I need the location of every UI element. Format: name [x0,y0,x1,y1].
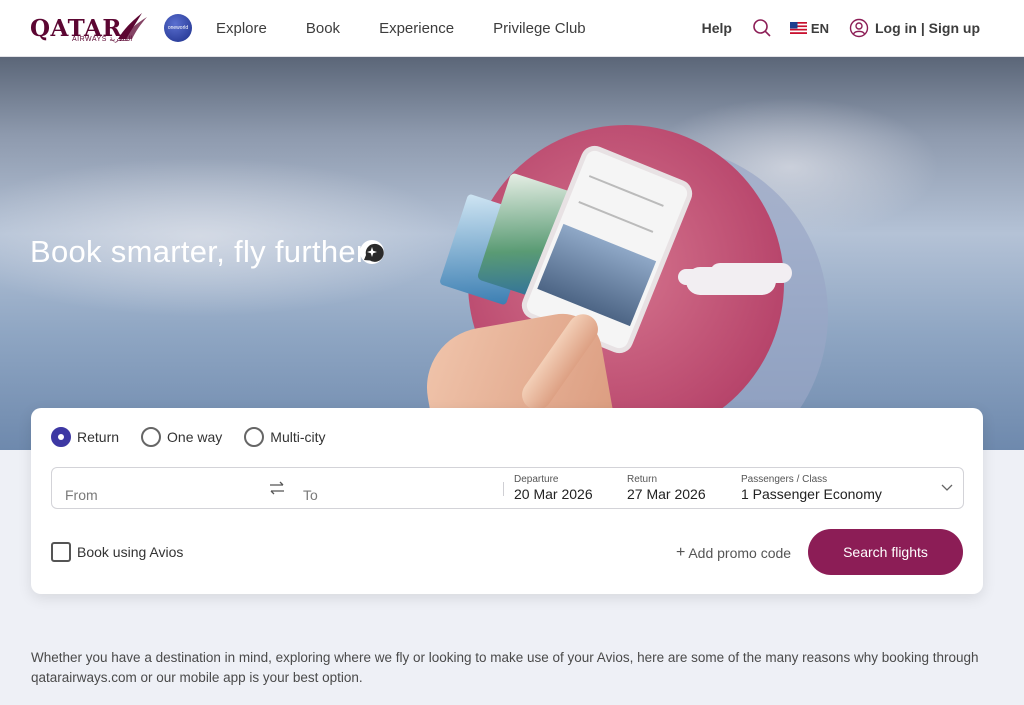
search-fields: From To Departure 20 Mar 2026 Return 27 … [51,467,964,509]
return-value: 27 Mar 2026 [627,486,706,502]
hero-banner: Book smarter, fly further [0,57,1024,450]
trip-type-one-way[interactable]: One way [141,427,222,447]
passengers-label: Passengers / Class [741,474,828,485]
to-field[interactable]: To [303,468,493,508]
main-nav: Explore Book Experience Privilege Club [216,0,625,56]
departure-label: Departure [514,474,559,485]
plus-icon: + [676,544,686,561]
help-link[interactable]: Help [702,20,732,36]
departure-value: 20 Mar 2026 [514,486,593,502]
site-header: QATAR AIRWAYS القطرية oneworld Explore B… [0,0,1024,57]
add-promo-code-link[interactable]: + Add promo code [676,544,791,562]
swap-arrows-icon[interactable] [268,479,286,497]
avios-checkbox[interactable] [51,542,71,562]
sparkle-chat-icon[interactable] [359,239,385,265]
oneworld-badge[interactable]: oneworld [164,14,192,42]
trip-type-multi-city[interactable]: Multi-city [244,427,326,447]
book-with-avios[interactable]: Book using Avios [51,542,183,562]
passengers-value: 1 Passenger Economy [741,486,882,502]
language-selector[interactable]: EN [789,20,829,36]
from-field[interactable]: From [65,468,255,508]
search-icon[interactable] [752,18,772,38]
login-label: Log in | Sign up [874,20,980,36]
search-flights-button[interactable]: Search flights [808,529,963,575]
trip-type-one-way-label: One way [167,429,223,445]
hero-small-cloud [686,267,776,295]
trip-type-multi-city-label: Multi-city [270,429,326,445]
trip-type-return-label: Return [77,429,120,445]
login-link[interactable]: Log in | Sign up [849,18,980,38]
nav-experience[interactable]: Experience [379,20,454,37]
phone-city-image [537,223,657,327]
radio-return[interactable] [51,427,71,447]
nav-book[interactable]: Book [306,20,340,37]
nav-explore[interactable]: Explore [216,20,267,37]
flight-booking-widget: Return One way Multi-city From To Depart… [31,408,983,594]
intro-paragraph: Whether you have a destination in mind, … [31,650,979,685]
language-label: EN [810,20,829,36]
qatar-airways-logo[interactable]: QATAR AIRWAYS القطرية [30,9,150,47]
chevron-down-icon[interactable] [941,484,953,492]
radio-one-way[interactable] [141,427,162,447]
oryx-icon [118,13,147,39]
utility-nav: Help EN Log in | Sign up [702,0,980,56]
promo-label: Add promo code [688,545,792,561]
avios-label: Book using Avios [77,544,184,560]
oneworld-label: oneworld [167,25,189,31]
field-divider [503,482,504,496]
phone-text-lines [578,175,664,233]
hero-title: Book smarter, fly further [30,234,367,269]
trip-type-return[interactable]: Return [51,427,119,447]
us-flag-icon [789,22,807,34]
user-icon [849,18,869,38]
nav-privilege-club[interactable]: Privilege Club [493,20,586,37]
return-label: Return [627,474,658,485]
trip-type-group: Return One way Multi-city [51,427,348,447]
radio-multi-city[interactable] [244,427,265,447]
